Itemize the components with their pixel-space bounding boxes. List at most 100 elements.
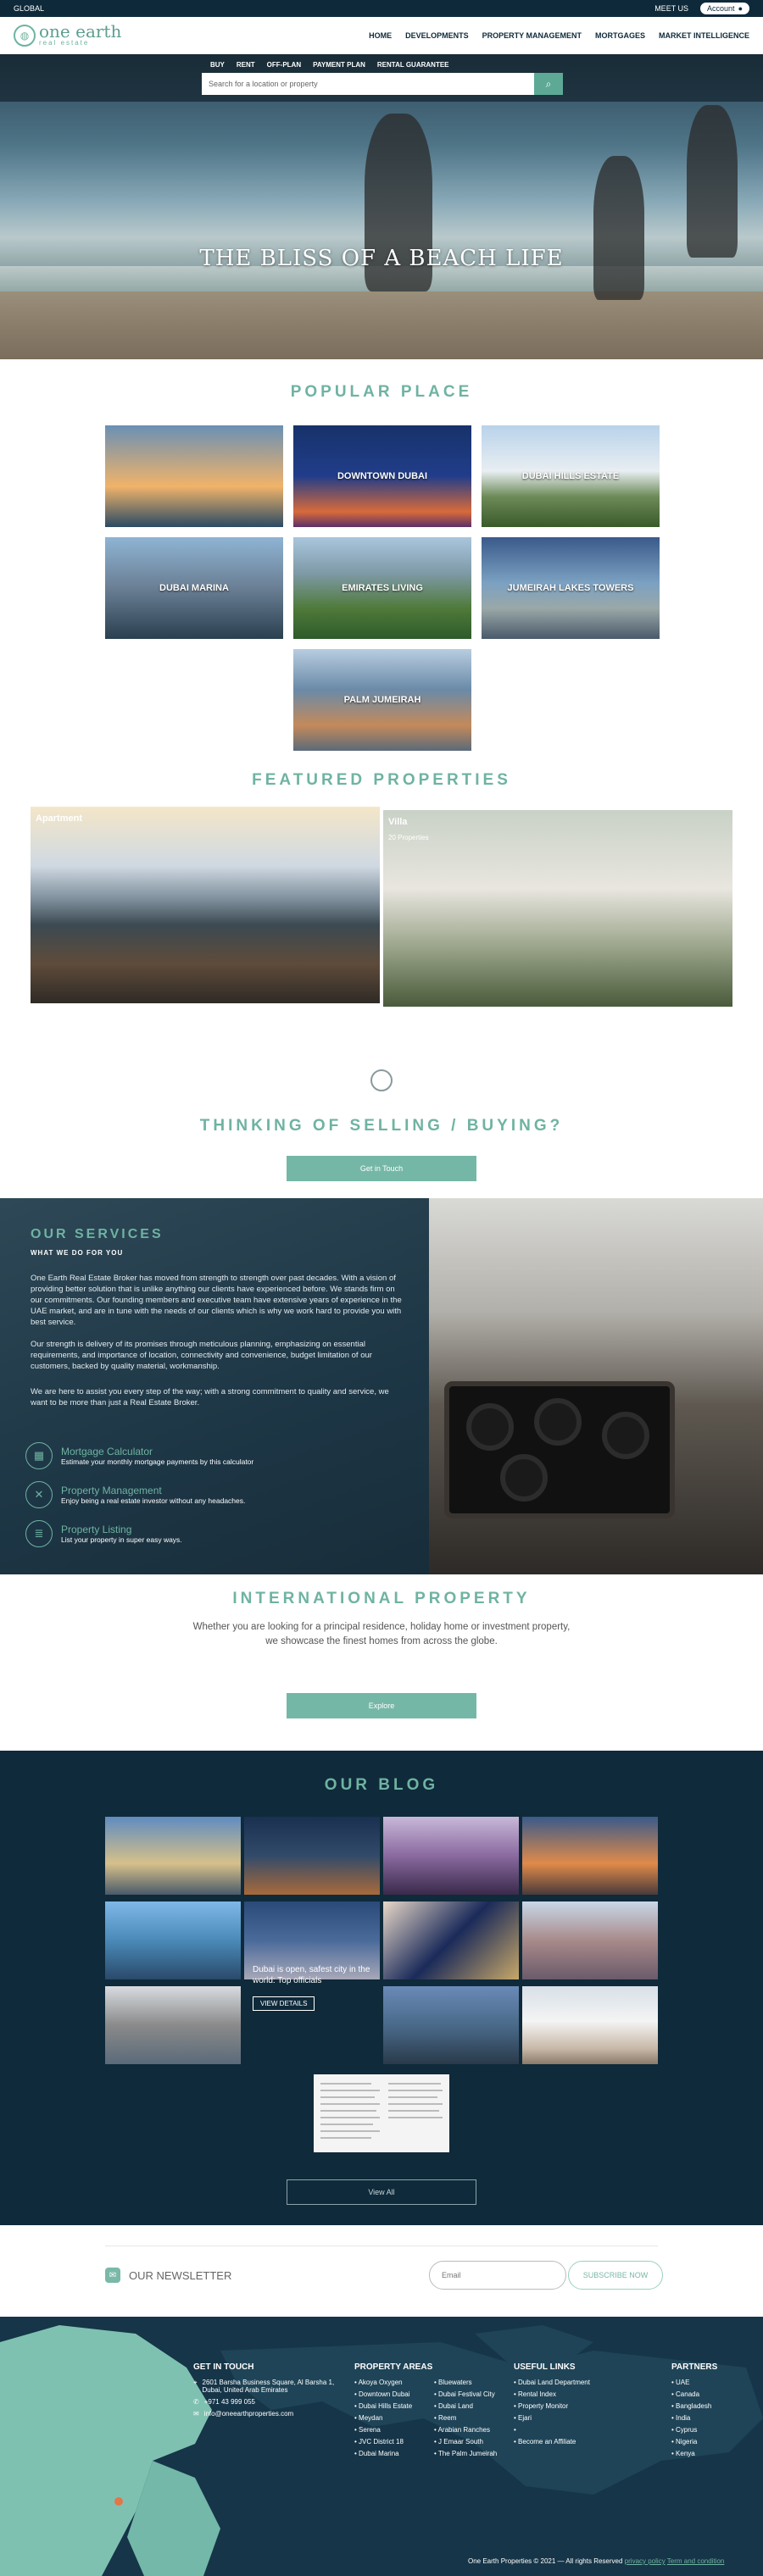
text-line: [320, 2083, 371, 2085]
services-paragraph-3: We are here to assist you every step of …: [31, 1387, 389, 1407]
site-footer: GET IN TOUCH ⌖ 2601 Barsha Business Squar…: [0, 2317, 763, 2576]
region-selector[interactable]: GLOBAL: [14, 4, 44, 13]
footer-get-in-touch: GET IN TOUCH ⌖ 2601 Barsha Business Squar…: [193, 2362, 343, 2422]
text-line: [388, 2103, 443, 2105]
tab-payment-plan[interactable]: PAYMENT PLAN: [313, 61, 365, 69]
mail-icon: ✉: [193, 2410, 199, 2418]
footer-link[interactable]: Dubai Festival City: [434, 2390, 504, 2398]
footer-link[interactable]: Serena: [354, 2426, 424, 2434]
blog-post[interactable]: [244, 1817, 380, 1895]
tools-icon: ✕: [25, 1481, 53, 1508]
search-button[interactable]: ⌕: [534, 73, 563, 95]
footer-link[interactable]: JVC District 18: [354, 2438, 424, 2446]
blog-post[interactable]: [105, 1901, 241, 1979]
featured-card-apartment[interactable]: Apartment: [31, 807, 380, 1003]
text-line: [320, 2117, 380, 2118]
footer-link[interactable]: Bangladesh: [671, 2402, 748, 2410]
place-tile-dubai-hills-estate[interactable]: DUBAI HILLS ESTATE: [482, 425, 660, 527]
globe-icon: [370, 1069, 393, 1091]
email-field[interactable]: Email: [429, 2261, 566, 2290]
blog-post[interactable]: [105, 1817, 241, 1895]
nav-property-management[interactable]: PROPERTY MANAGEMENT: [482, 31, 582, 40]
tab-rent[interactable]: RENT: [237, 61, 255, 69]
nav-market-intelligence[interactable]: MARKET INTELLIGENCE: [659, 31, 749, 40]
footer-link[interactable]: Dubai Marina: [354, 2450, 424, 2457]
service-title: Mortgage Calculator: [61, 1446, 153, 1457]
blog-post[interactable]: [383, 1817, 519, 1895]
footer-bottom: One Earth Properties © 2021 — All rights…: [468, 2557, 724, 2565]
footer-col-title: USEFUL LINKS: [514, 2362, 576, 2372]
property-areas-columns: Akoya Oxygen Downtown Dubai Dubai Hills …: [354, 2379, 507, 2462]
nav-home[interactable]: HOME: [369, 31, 392, 40]
blog-post[interactable]: [383, 1901, 519, 1979]
footer-link[interactable]: J Emaar South: [434, 2438, 504, 2446]
footer-link[interactable]: Dubai Hills Estate: [354, 2402, 424, 2410]
tab-off-plan[interactable]: OFF-PLAN: [267, 61, 301, 69]
footer-link[interactable]: Rental Index: [514, 2390, 624, 2398]
footer-link[interactable]: Dubai Land: [434, 2402, 504, 2410]
place-tile-jumeirah-lakes-towers[interactable]: JUMEIRAH LAKES TOWERS: [482, 537, 660, 639]
nav-developments[interactable]: DEVELOPMENTS: [405, 31, 469, 40]
view-all-button[interactable]: View All: [287, 2179, 476, 2205]
tab-rental-guarantee[interactable]: RENTAL GUARANTEE: [377, 61, 449, 69]
place-tile-palm-jumeirah[interactable]: PALM JUMEIRAH: [293, 649, 471, 751]
footer-link[interactable]: Kenya: [671, 2450, 748, 2457]
featured-card-villa[interactable]: Villa 20 Properties: [383, 810, 732, 1007]
privacy-policy-link[interactable]: privacy policy: [625, 2557, 666, 2565]
footer-link[interactable]: Ejari: [514, 2414, 624, 2422]
service-mortgage-calculator[interactable]: ▦ Mortgage Calculator Estimate your month…: [25, 1442, 253, 1469]
footer-link[interactable]: [514, 2426, 624, 2434]
service-property-management[interactable]: ✕ Property Management Enjoy being a real …: [25, 1481, 245, 1508]
footer-link[interactable]: The Palm Jumeirah: [434, 2450, 504, 2457]
blog-post[interactable]: [383, 1986, 519, 2064]
footer-address: ⌖ 2601 Barsha Business Square, Al Barsha …: [193, 2379, 343, 2394]
tab-buy[interactable]: BUY: [210, 61, 225, 69]
footer-link[interactable]: Property Monitor: [514, 2402, 624, 2410]
place-tile-downtown-dubai[interactable]: DOWNTOWN DUBAI: [293, 425, 471, 527]
blog-post[interactable]: [522, 1986, 658, 2064]
footer-link[interactable]: Arabian Ranches: [434, 2426, 504, 2434]
place-tile-1[interactable]: [105, 425, 283, 527]
footer-link[interactable]: Bluewaters: [434, 2379, 504, 2386]
footer-link[interactable]: Meydan: [354, 2414, 424, 2422]
footer-link[interactable]: Cyprus: [671, 2426, 748, 2434]
site-header: ◍ one earth real estate HOME DEVELOPMENT…: [0, 17, 763, 54]
logo[interactable]: ◍ one earth real estate: [14, 23, 121, 47]
footer-link[interactable]: UAE: [671, 2379, 748, 2386]
blog-post[interactable]: [105, 1986, 241, 2064]
get-in-touch-button[interactable]: Get in Touch: [287, 1156, 476, 1181]
subscribe-button[interactable]: SUBSCRIBE NOW: [568, 2261, 663, 2290]
services-section: OUR SERVICES WHAT WE DO FOR YOU One Eart…: [0, 1198, 763, 1574]
footer-link[interactable]: Downtown Dubai: [354, 2390, 424, 2398]
account-button[interactable]: Account ●: [700, 3, 749, 14]
footer-link[interactable]: Akoya Oxygen: [354, 2379, 424, 2386]
footer-link[interactable]: India: [671, 2414, 748, 2422]
nav-mortgages[interactable]: MORTGAGES: [595, 31, 645, 40]
blog-post[interactable]: [522, 1817, 658, 1895]
service-property-listing[interactable]: ≣ Property Listing List your property in …: [25, 1520, 182, 1547]
footer-col-title: GET IN TOUCH: [193, 2362, 254, 2372]
explore-button[interactable]: Explore: [287, 1693, 476, 1718]
newsletter-section: ✉ OUR NEWSLETTER Email SUBSCRIBE NOW: [0, 2225, 763, 2317]
blog-post[interactable]: [522, 1901, 658, 1979]
search-input[interactable]: Search for a location or property: [202, 73, 534, 95]
place-tile-dubai-marina[interactable]: DUBAI MARINA: [105, 537, 283, 639]
place-tile-emirates-living[interactable]: EMIRATES LIVING: [293, 537, 471, 639]
meet-us-link[interactable]: MEET US: [654, 4, 688, 13]
terms-link[interactable]: Term and condition: [667, 2557, 725, 2565]
footer-email[interactable]: ✉ info@oneearthproperties.com: [193, 2410, 343, 2418]
blog-post-document[interactable]: [314, 2074, 449, 2152]
phone-text: +971 43 999 055: [203, 2398, 255, 2406]
blog-section: OUR BLOG Dubai is open, safest city in t…: [0, 1751, 763, 2225]
footer-link[interactable]: Nigeria: [671, 2438, 748, 2446]
footer-link[interactable]: Reem: [434, 2414, 504, 2422]
international-text-line-2: we showcase the finest homes from across…: [265, 1636, 498, 1646]
view-details-button[interactable]: VIEW DETAILS: [253, 1996, 315, 2011]
featured-properties-section: FEATURED PROPERTIES Apartment Villa 20 P…: [0, 771, 763, 1054]
footer-phone[interactable]: ✆ +971 43 999 055: [193, 2398, 343, 2406]
footer-link[interactable]: Dubai Land Department: [514, 2379, 624, 2386]
footer-link[interactable]: Become an Affiliate: [514, 2438, 624, 2446]
services-paragraph-1: One Earth Real Estate Broker has moved f…: [31, 1274, 402, 1327]
mail-icon: ✉: [105, 2268, 120, 2283]
footer-link[interactable]: Canada: [671, 2390, 748, 2398]
